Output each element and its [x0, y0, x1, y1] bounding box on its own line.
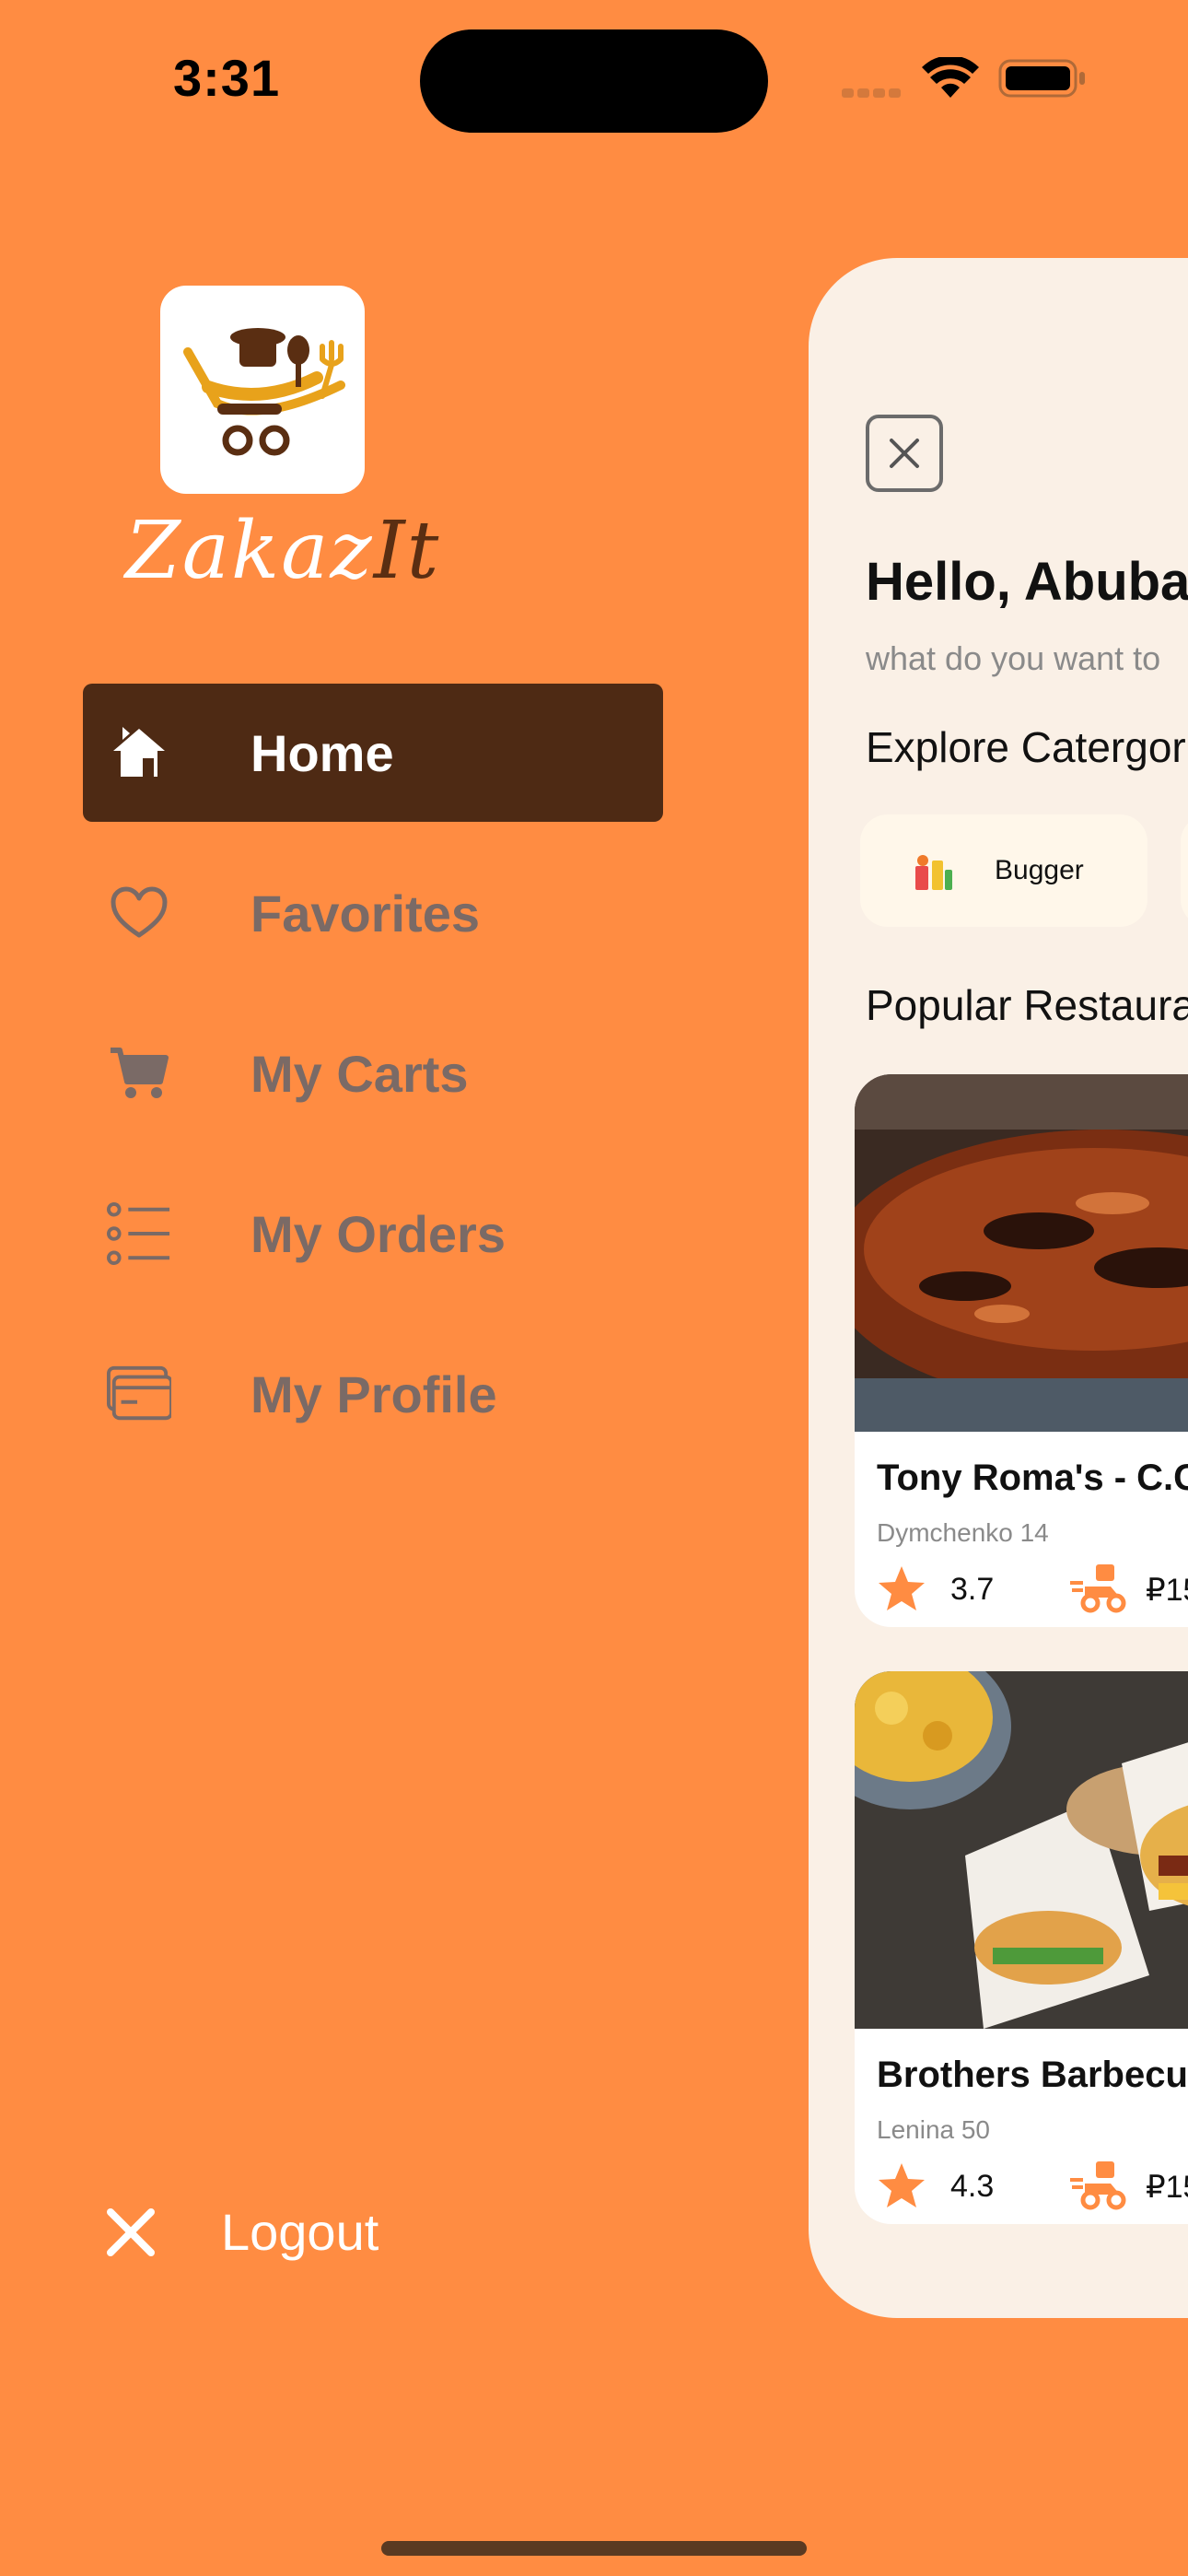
- app-screen: 3:31 ZakazIt Home Favorites My Carts My …: [0, 0, 1188, 2576]
- menu-item-my-orders[interactable]: My Orders: [83, 1165, 663, 1303]
- card-icon: [107, 1362, 171, 1426]
- app-wordmark: ZakazIt: [125, 505, 441, 597]
- restaurant-name: Brothers Barbecu: [877, 2055, 1188, 2095]
- chef-cart-icon: [183, 328, 345, 456]
- star-icon: [879, 1566, 925, 1610]
- list-icon: [107, 1201, 171, 1266]
- greeting-subtitle: what do you want to: [866, 639, 1161, 677]
- restaurant-card[interactable]: Tony Roma's - C.C Dymchenko 14 3.7 ₽15: [855, 1074, 1188, 1627]
- home-icon: [107, 720, 171, 785]
- logout-label: Logout: [221, 2203, 379, 2261]
- menu-item-my-profile[interactable]: My Profile: [83, 1325, 663, 1463]
- status-time: 3:31: [173, 49, 281, 107]
- restaurant-rating: 4.3: [950, 2169, 995, 2204]
- menu-item-label: My Profile: [250, 1364, 497, 1423]
- restaurant-card[interactable]: Brothers Barbecu Lenina 50 4.3 ₽15: [855, 1671, 1188, 2224]
- close-drawer-button[interactable]: [866, 415, 943, 492]
- heart-icon: [107, 881, 171, 945]
- explore-categories-title: Explore Catergor: [866, 723, 1186, 771]
- delivery-scooter-icon: [1070, 2161, 1126, 2210]
- menu-item-favorites[interactable]: Favorites: [83, 844, 663, 982]
- menu-item-label: Home: [250, 723, 394, 782]
- delivery-price: ₽15: [1146, 1573, 1188, 1608]
- category-chip[interactable]: [1181, 814, 1188, 927]
- menu-item-label: Favorites: [250, 884, 480, 943]
- restaurant-name: Tony Roma's - C.C: [877, 1458, 1188, 1498]
- close-icon: [107, 2207, 155, 2256]
- popular-restaurants-title: Popular Restaura: [866, 981, 1188, 1029]
- main-panel-preview[interactable]: Hello, Abuba what do you want to Explore…: [809, 258, 1188, 2318]
- restaurant-photo: [855, 1671, 1188, 2029]
- drawer-menu: Home Favorites My Carts My Orders My Pro…: [83, 684, 663, 1485]
- cart-icon: [107, 1041, 171, 1106]
- restaurant-address: Lenina 50: [877, 2115, 991, 2144]
- restaurant-rating: 3.7: [950, 1572, 995, 1607]
- greeting: Hello, Abuba: [866, 552, 1188, 612]
- home-indicator[interactable]: [381, 2541, 807, 2556]
- restaurant-address: Dymchenko 14: [877, 1518, 1049, 1547]
- logout-button[interactable]: Logout: [101, 2202, 379, 2262]
- category-chip[interactable]: Bugger: [860, 814, 1147, 927]
- dynamic-island: [420, 29, 768, 133]
- restaurant-photo: [855, 1074, 1188, 1432]
- menu-item-my-carts[interactable]: My Carts: [83, 1004, 663, 1142]
- menu-item-home[interactable]: Home: [83, 684, 663, 822]
- food-category-icon: [915, 855, 952, 890]
- app-logo: [160, 286, 365, 494]
- menu-item-label: My Orders: [250, 1204, 506, 1263]
- cellular-signal-icon: [842, 86, 906, 99]
- menu-item-label: My Carts: [250, 1044, 469, 1103]
- battery-icon: [998, 59, 1085, 98]
- wifi-icon: [922, 57, 979, 98]
- close-icon: [890, 439, 919, 468]
- delivery-scooter-icon: [1070, 1564, 1126, 1613]
- category-label: Bugger: [995, 855, 1084, 885]
- delivery-price: ₽15: [1146, 2170, 1188, 2205]
- star-icon: [879, 2163, 925, 2207]
